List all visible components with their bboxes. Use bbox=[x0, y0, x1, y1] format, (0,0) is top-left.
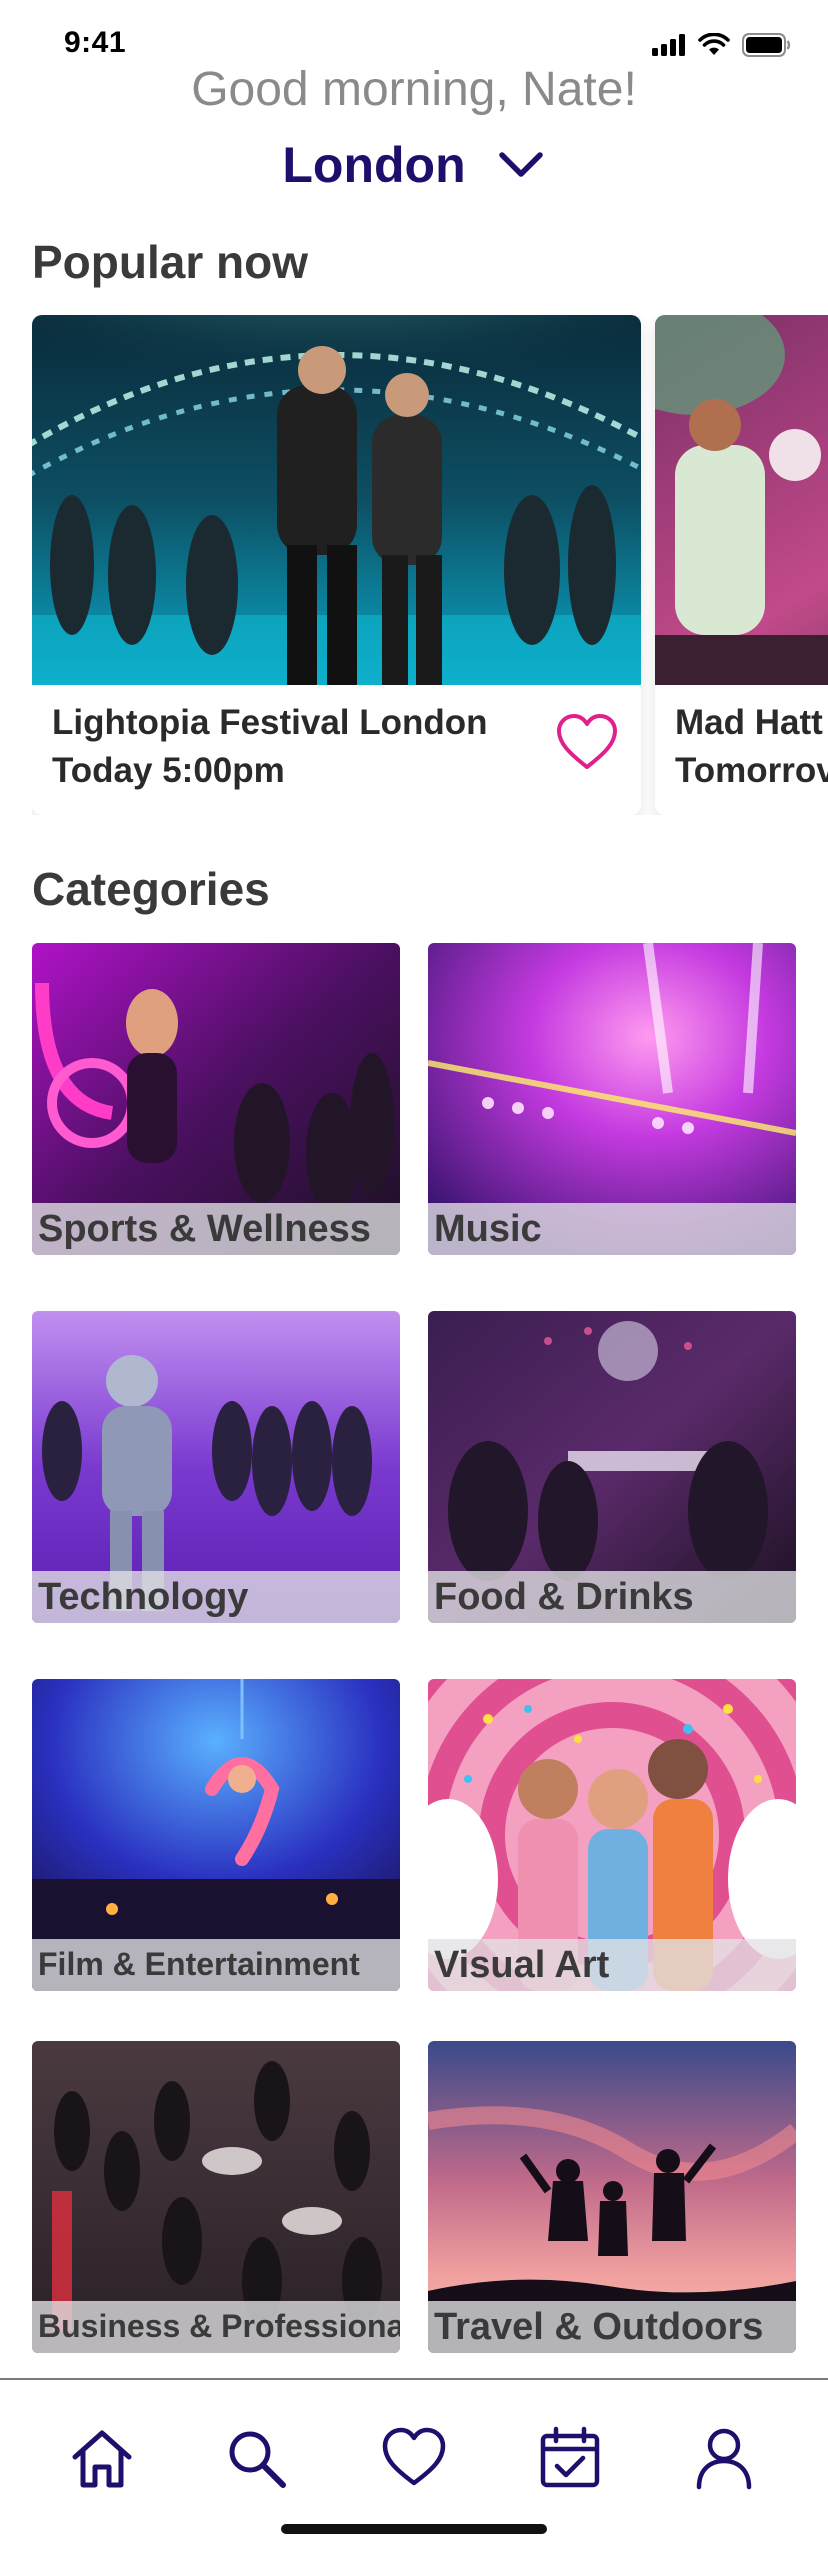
category-label: Visual Art bbox=[434, 1944, 610, 1986]
category-label: Travel & Outdoors bbox=[434, 2306, 764, 2348]
category-visual-art[interactable]: Visual Art bbox=[428, 1679, 796, 1991]
calendar-check-icon bbox=[540, 2426, 600, 2488]
tab-favorites[interactable] bbox=[374, 2418, 454, 2498]
profile-icon bbox=[696, 2428, 752, 2490]
category-label: Music bbox=[434, 1208, 542, 1250]
category-food-drinks[interactable]: Food & Drinks bbox=[428, 1311, 796, 1623]
category-sports-wellness[interactable]: Sports & Wellness bbox=[32, 943, 400, 1255]
tab-home[interactable] bbox=[62, 2418, 142, 2498]
app-screen: 9:41 Good morning, Nate! London Popular … bbox=[0, 0, 828, 2550]
tab-profile[interactable] bbox=[684, 2418, 764, 2498]
event-title: Mad Hatt bbox=[675, 703, 823, 742]
category-label: Sports & Wellness bbox=[38, 1208, 371, 1250]
category-label: Film & Entertainment bbox=[38, 1946, 360, 1982]
chevron-down-icon bbox=[498, 152, 543, 177]
tab-calendar[interactable] bbox=[530, 2418, 610, 2498]
home-icon bbox=[72, 2430, 132, 2488]
location-selector[interactable]: London bbox=[0, 136, 828, 194]
event-card[interactable]: Mad Hatt Tomorrov bbox=[655, 315, 828, 815]
category-film-entertainment[interactable]: Film & Entertainment bbox=[32, 1679, 400, 1991]
category-label: Food & Drinks bbox=[434, 1576, 694, 1618]
home-indicator bbox=[281, 2524, 547, 2534]
category-label: Technology bbox=[38, 1576, 249, 1618]
heart-icon bbox=[382, 2427, 446, 2486]
category-travel-outdoors[interactable]: Travel & Outdoors bbox=[428, 2041, 796, 2353]
event-image bbox=[32, 315, 641, 685]
battery-icon bbox=[742, 33, 791, 57]
category-technology[interactable]: Technology bbox=[32, 1311, 400, 1623]
category-business-professional[interactable]: Business & Professional bbox=[32, 2041, 400, 2353]
categories-section-title: Categories bbox=[32, 863, 270, 915]
popular-carousel[interactable]: Lightopia Festival London Today 5:00pm M… bbox=[32, 315, 828, 815]
event-image bbox=[655, 315, 828, 685]
wifi-icon bbox=[698, 33, 730, 55]
event-time: Today 5:00pm bbox=[52, 751, 285, 790]
status-icons bbox=[652, 30, 792, 60]
event-card[interactable]: Lightopia Festival London Today 5:00pm bbox=[32, 315, 641, 815]
tab-search[interactable] bbox=[216, 2418, 296, 2498]
search-icon bbox=[229, 2431, 286, 2488]
favorite-heart-icon[interactable] bbox=[555, 711, 619, 775]
status-time: 9:41 bbox=[64, 26, 127, 59]
category-music[interactable]: Music bbox=[428, 943, 796, 1255]
greeting-text: Good morning, Nate! bbox=[191, 63, 637, 116]
popular-section-title: Popular now bbox=[32, 236, 308, 288]
category-label: Business & Professional bbox=[38, 2308, 400, 2344]
location-name: London bbox=[282, 137, 466, 193]
event-title: Lightopia Festival London bbox=[52, 703, 488, 742]
cellular-signal-icon bbox=[652, 34, 685, 56]
event-time: Tomorrov bbox=[675, 751, 828, 790]
